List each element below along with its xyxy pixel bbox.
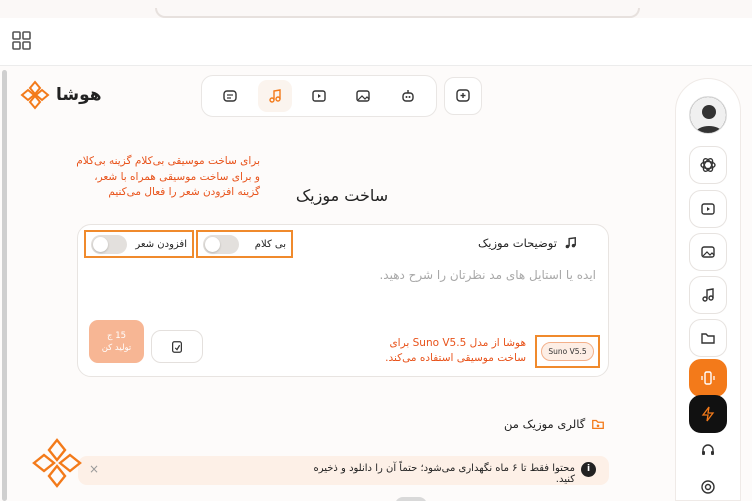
- video-icon: [312, 90, 326, 102]
- close-icon[interactable]: ×: [89, 462, 99, 476]
- info-icon: i: [581, 462, 596, 477]
- mode-toolbar: [201, 75, 437, 117]
- chat-icon: [223, 90, 237, 102]
- attach-file-icon: [172, 340, 182, 353]
- annotation-line: گزینه افزودن شعر را فعال می‌کنیم: [108, 186, 260, 198]
- tool-image[interactable]: [346, 80, 380, 112]
- generate-cost: 15 ج: [106, 330, 127, 341]
- annotation-line: ساخت موسیقی استفاده می‌کند.: [385, 352, 526, 364]
- instrumental-label: بی کلام: [254, 238, 286, 250]
- avatar[interactable]: [689, 96, 727, 134]
- gallery-title: گالری موزیک من: [504, 417, 605, 431]
- music-description-label: توضیحات موزیک: [478, 236, 577, 250]
- flash-icon: [701, 406, 715, 422]
- sidebar-item-image[interactable]: [689, 233, 727, 271]
- scroll-indicator: [395, 497, 427, 501]
- sidebar-item-support[interactable]: [698, 440, 718, 460]
- add-lyrics-toggle-box[interactable]: افزودن شعر: [84, 230, 194, 258]
- sidebar-item-files[interactable]: [689, 319, 727, 357]
- mobile-icon: [701, 371, 715, 385]
- music-description-text: توضیحات موزیک: [478, 236, 557, 250]
- new-chat-icon: [456, 89, 470, 102]
- add-lyrics-label: افزودن شعر: [135, 238, 187, 250]
- annotation-line: هوشا از مدل Suno V5.5 برای: [389, 337, 526, 349]
- hosha-logo-icon: [20, 80, 50, 110]
- address-bar-edge: [155, 8, 640, 18]
- music-notes-icon: [565, 236, 576, 249]
- logo-text: هوشا: [56, 85, 102, 105]
- sidebar-item-flash[interactable]: [689, 395, 727, 433]
- music-gallery-icon: [592, 419, 605, 430]
- openai-icon: [700, 158, 716, 172]
- instrumental-toggle[interactable]: [203, 234, 239, 254]
- video-icon: [701, 203, 715, 215]
- music-icon: [702, 288, 714, 302]
- image-icon: [701, 246, 715, 258]
- sidebar-item-music[interactable]: [689, 276, 727, 314]
- support-icon: [701, 480, 715, 494]
- sidebar-item-video[interactable]: [689, 190, 727, 228]
- scrollbar[interactable]: [2, 70, 7, 501]
- sidebar-item-mobile[interactable]: [689, 359, 727, 397]
- tool-video[interactable]: [302, 80, 336, 112]
- annotation-line: برای ساخت موسیقی بی‌کلام گزینه بی‌کلام: [76, 155, 260, 167]
- folder-icon: [701, 333, 715, 344]
- grid-apps-icon[interactable]: [12, 31, 31, 50]
- apps-row: [0, 18, 752, 66]
- tool-music[interactable]: [257, 80, 292, 112]
- robot-icon: [402, 90, 414, 102]
- hosha-logo[interactable]: هوشا: [20, 80, 102, 110]
- tool-robot[interactable]: [391, 80, 425, 112]
- tool-chat[interactable]: [213, 80, 247, 112]
- generate-button[interactable]: 15 ج تولید کن: [89, 320, 144, 363]
- annotation-line: و برای ساخت موسیقی همراه با شعر،: [94, 170, 260, 183]
- attach-button[interactable]: [151, 330, 203, 363]
- headset-icon: [702, 444, 714, 455]
- annotation-toggle-hint: برای ساخت موسیقی بی‌کلام گزینه بی‌کلام و…: [72, 154, 260, 201]
- instrumental-toggle-box[interactable]: بی کلام: [196, 230, 293, 258]
- sidebar-item-chatgpt[interactable]: [689, 146, 727, 184]
- sidebar-item-help[interactable]: [698, 477, 718, 497]
- hosha-watermark-logo: [32, 438, 82, 488]
- prompt-input[interactable]: ایده یا استایل های مد نظرتان را شرح دهید…: [330, 268, 596, 282]
- image-icon: [356, 90, 371, 102]
- retention-notice-text: محتوا فقط تا ۶ ماه نگهداری می‌شود؛ حتماً…: [313, 463, 575, 485]
- new-chat-button[interactable]: [444, 77, 482, 115]
- gallery-title-text: گالری موزیک من: [504, 417, 586, 431]
- add-lyrics-toggle[interactable]: [91, 234, 127, 254]
- annotation-suno-hint: هوشا از مدل Suno V5.5 برای ساخت موسیقی ا…: [376, 336, 526, 366]
- model-select-button[interactable]: Suno V5.5: [541, 342, 594, 361]
- model-select-frame: Suno V5.5: [535, 335, 600, 368]
- page-title: ساخت موزیک: [295, 186, 389, 205]
- music-icon: [268, 89, 281, 103]
- generate-label: تولید کن: [101, 342, 132, 353]
